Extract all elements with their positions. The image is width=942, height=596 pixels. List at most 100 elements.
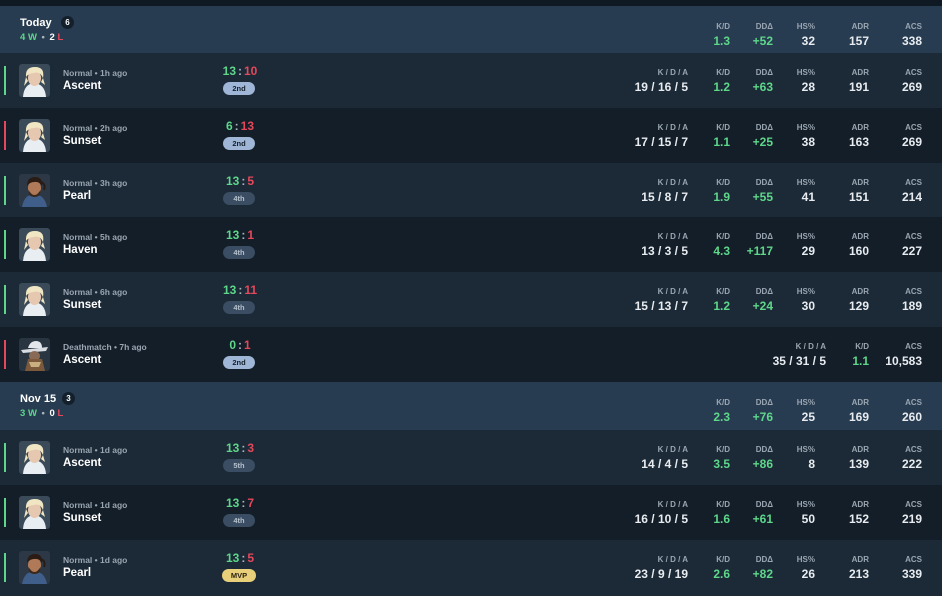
match-row[interactable]: Normal • 3h ago Pearl 13:5 4th K / D / A… (0, 163, 942, 217)
adr-value: 191 (848, 80, 869, 94)
kd-value: 1.1 (852, 354, 869, 368)
match-score: 13:5 (198, 551, 282, 565)
kd-value: 4.3 (713, 244, 730, 258)
kda-label: K / D / A (657, 232, 688, 241)
acs-label: ACS (905, 500, 922, 509)
placement-badge: 4th (223, 246, 255, 259)
score-enemy: 7 (247, 496, 255, 510)
blonde-agent-icon (19, 64, 50, 97)
hs-value: 30 (801, 299, 815, 313)
hs-label: HS% (796, 445, 815, 454)
score-team: 13 (222, 64, 236, 78)
score-colon: : (238, 283, 243, 297)
map-name: Pearl (63, 567, 92, 579)
acs-value: 269 (901, 135, 922, 149)
acs-label: ACS (905, 22, 922, 31)
score-team: 6 (225, 119, 233, 133)
kd-label: K/D (716, 68, 730, 77)
hs-value: 26 (801, 567, 815, 581)
losses-letter: L (57, 32, 64, 43)
adr-value: 129 (848, 299, 869, 313)
result-indicator-win (4, 553, 6, 582)
kda-value: 13 / 3 / 5 (641, 244, 688, 258)
score-colon: : (234, 119, 239, 133)
hs-value: 38 (801, 135, 815, 149)
dd-label: DDΔ (755, 555, 773, 564)
match-row[interactable]: Normal • 5h ago Haven 13:1 4th K / D / A… (0, 217, 942, 272)
dd-value: +55 (752, 190, 773, 204)
hs-label: HS% (796, 22, 815, 31)
kda-value: 15 / 8 / 7 (641, 190, 688, 204)
match-row[interactable]: Normal • 6h ago Sunset 13:11 4th K / D /… (0, 272, 942, 327)
hs-value: 28 (801, 80, 815, 94)
match-row[interactable]: Normal • 1d ago Ascent 13:3 5th K / D / … (0, 430, 942, 485)
kd-label: K/D (716, 398, 730, 407)
adr-value: 157 (848, 34, 869, 48)
match-mode-time: Normal • 1d ago (63, 445, 128, 455)
dd-label: DDΔ (755, 287, 773, 296)
match-mode-time: Normal • 2h ago (63, 123, 128, 133)
acs-label: ACS (905, 445, 922, 454)
acs-label: ACS (905, 342, 922, 351)
match-row[interactable]: Normal • 2h ago Sunset 6:13 2nd K / D / … (0, 108, 942, 163)
score-colon: : (241, 174, 246, 188)
placement-badge: 4th (223, 301, 255, 314)
match-row[interactable]: Normal • 1d ago Pearl 13:5 MVP K / D / A… (0, 540, 942, 596)
score-colon: : (241, 496, 246, 510)
separator-dot: • (41, 32, 45, 43)
kda-label: K / D / A (657, 68, 688, 77)
losses-letter: L (57, 408, 64, 419)
acs-value: 338 (901, 34, 922, 48)
match-mode-time: Deathmatch • 7h ago (63, 342, 147, 352)
dd-label: DDΔ (755, 178, 773, 187)
wins-letter: W (27, 32, 37, 43)
day-win-loss: 3 W • 0 L (20, 408, 63, 419)
day-header-nov-15: Nov 15 3 3 W • 0 L K/D 2.3 DDΔ +76 HS% 2… (0, 382, 942, 430)
kda-label: K / D / A (657, 500, 688, 509)
blonde-agent-icon (19, 283, 50, 316)
adr-label: ADR (851, 445, 869, 454)
kda-value: 23 / 9 / 19 (634, 567, 688, 581)
match-row[interactable]: Normal • 1d ago Sunset 13:7 4th K / D / … (0, 485, 942, 540)
kda-label: K / D / A (657, 178, 688, 187)
acs-value: 269 (901, 80, 922, 94)
adr-label: ADR (851, 287, 869, 296)
score-team: 13 (222, 283, 237, 297)
map-name: Sunset (63, 512, 102, 524)
kd-label: K/D (716, 232, 730, 241)
dd-value: +117 (746, 244, 773, 258)
dd-label: DDΔ (755, 123, 773, 132)
result-indicator-win (4, 66, 6, 95)
map-name: Sunset (63, 135, 102, 147)
kd-value: 1.2 (713, 80, 730, 94)
dd-label: DDΔ (755, 68, 773, 77)
kd-value: 1.6 (713, 512, 730, 526)
kd-value: 1.1 (713, 135, 730, 149)
dd-label: DDΔ (755, 500, 773, 509)
hs-value: 32 (801, 34, 815, 48)
placement-badge: 5th (223, 459, 255, 472)
adr-label: ADR (851, 555, 869, 564)
kda-label: K / D / A (657, 123, 688, 132)
acs-label: ACS (905, 555, 922, 564)
acs-label: ACS (905, 398, 922, 407)
blonde-agent-icon (19, 441, 50, 474)
kda-label: K / D / A (657, 287, 688, 296)
adr-value: 139 (848, 457, 869, 471)
score-team: 13 (225, 551, 240, 565)
hs-label: HS% (796, 123, 815, 132)
result-indicator-loss (4, 121, 6, 150)
result-indicator-win (4, 230, 6, 259)
dd-value: +76 (752, 410, 773, 424)
match-row[interactable]: Deathmatch • 7h ago Ascent 0:1 2nd K / D… (0, 327, 942, 382)
map-name: Ascent (63, 457, 102, 469)
dd-value: +24 (752, 299, 773, 313)
map-name: Pearl (63, 190, 92, 202)
dd-value: +25 (752, 135, 773, 149)
kd-label: K/D (716, 287, 730, 296)
adr-label: ADR (851, 123, 869, 132)
match-row[interactable]: Normal • 1h ago Ascent 13:10 2nd K / D /… (0, 53, 942, 108)
kd-label: K/D (716, 555, 730, 564)
acs-label: ACS (905, 232, 922, 241)
day-title: Nov 15 (20, 393, 57, 405)
